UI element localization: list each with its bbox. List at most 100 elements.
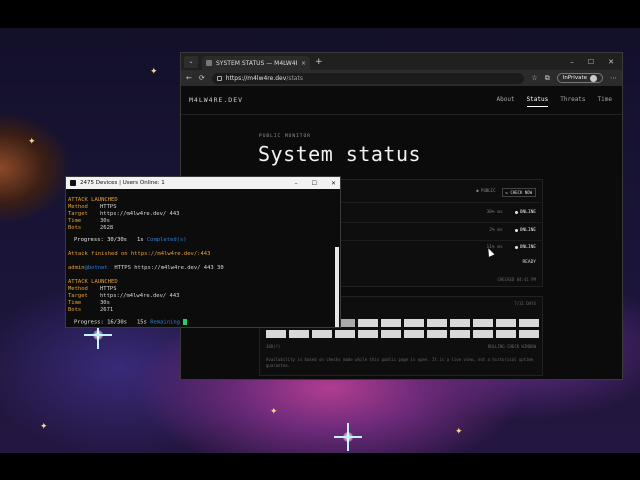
availability-note: Availability is based on checks made whi… (266, 357, 534, 368)
page-title: System status (258, 142, 422, 166)
uptime-cell (450, 319, 470, 327)
time-line: Time 30s (68, 218, 110, 224)
tab-system-status[interactable]: SYSTEM STATUS — M4LW4RE.DEV × (202, 56, 310, 70)
terminal-title: 2475 Devices | Users Online: 1 (80, 180, 165, 186)
status-dot-icon (514, 211, 518, 214)
tab-actions-button[interactable]: ⌄ (184, 55, 198, 68)
public-badge: ● PUBLIC (476, 188, 496, 193)
latency: 30% ms (486, 210, 503, 215)
uptime-cell (335, 330, 355, 338)
uptime-cell (404, 330, 424, 338)
footer-right: ROLLING CHECK WINDOW (487, 344, 536, 349)
url-input[interactable]: https://m4lw4re.dev/stats (211, 72, 525, 84)
progress-line: Progress: 16/30s 15s Remaining (74, 319, 188, 326)
checked-timestamp: CHECKED 04:41 PM (497, 277, 536, 282)
terminal-window: 2475 Devices | Users Online: 1 – ☐ ✕ ATT… (65, 176, 341, 328)
site-brand[interactable]: M4LW4RE.DEV (189, 96, 243, 104)
attack-header: ATTACK LAUNCHED (68, 197, 118, 203)
nav-about[interactable]: About (497, 96, 515, 107)
terminal-scrollbar[interactable] (335, 247, 339, 327)
new-tab-button[interactable]: + (315, 57, 323, 67)
terminal-icon (70, 180, 76, 186)
site-nav: About Status Threats Time (497, 96, 612, 107)
tab-title: SYSTEM STATUS — M4LW4RE.DEV (216, 59, 297, 67)
ready-label: READY (522, 260, 536, 265)
text-cursor-icon (183, 319, 188, 325)
url-host: https://m4lw4re.dev (225, 74, 287, 82)
status-badge: ONLINE (514, 228, 536, 233)
status-text: ONLINE (519, 228, 536, 233)
progress-line: Progress: 30/30s 1s Completed(s) (74, 237, 187, 243)
uptime-cell (427, 319, 447, 327)
minimize-button[interactable]: – (570, 58, 574, 66)
uptime-cell (519, 330, 539, 338)
favorite-star-icon[interactable]: ☆ (531, 74, 537, 82)
status-text: ONLINE (519, 210, 536, 215)
uptime-cell (473, 319, 493, 327)
uptime-cell (312, 330, 332, 338)
sparkle-icon (334, 423, 362, 451)
uptime-cell (427, 330, 447, 338)
terminal-window-controls: – ☐ ✕ (295, 180, 336, 187)
prompt-line: admin@botnet HTTPS https://m4lw4re.dev/ … (68, 265, 224, 271)
inprivate-badge[interactable]: InPrivate (556, 73, 603, 83)
letterbox-bottom (0, 453, 640, 480)
uptime-footer: 30D(?) ROLLING CHECK WINDOW (266, 344, 536, 349)
star-icon: ✦ (270, 407, 278, 417)
letterbox-top (0, 0, 640, 28)
target-line: Target https://m4lw4re.dev/ 443 (68, 211, 180, 217)
tab-bar: ⌄ SYSTEM STATUS — M4LW4RE.DEV × + – ☐ ✕ (181, 53, 622, 70)
avatar (590, 74, 597, 82)
uptime-cell (496, 319, 516, 327)
minimize-button[interactable]: – (295, 180, 298, 187)
service-row: 11% ms ONLINE (486, 245, 536, 250)
header-divider (181, 114, 622, 115)
uptime-cell (404, 319, 424, 327)
star-icon: ✦ (455, 427, 463, 437)
close-window-button[interactable]: ✕ (608, 58, 614, 66)
status-dot-icon (514, 246, 518, 249)
close-tab-icon[interactable]: × (301, 60, 306, 67)
bots-line: Bots 2671 (68, 307, 114, 313)
time-line: Time 30s (68, 300, 110, 306)
address-bar-row: ← ⟳ https://m4lw4re.dev/stats ☆ ⧉ InPriv… (181, 70, 622, 86)
uptime-cell (289, 330, 309, 338)
nav-threats[interactable]: Threats (560, 96, 585, 107)
status-text: ONLINE (519, 245, 536, 250)
service-row: 2% ms ONLINE (489, 228, 536, 233)
reload-icon[interactable]: ⟳ (199, 74, 205, 82)
close-window-button[interactable]: ✕ (331, 180, 336, 187)
terminal-titlebar: 2475 Devices | Users Online: 1 – ☐ ✕ (66, 177, 340, 189)
footer-left: 30D(?) (266, 344, 281, 349)
uptime-cell (450, 330, 470, 338)
check-now-button[interactable]: ↻ CHECK NOW (501, 188, 536, 197)
attack-header: ATTACK LAUNCHED (68, 279, 118, 285)
window-controls: – ☐ ✕ (570, 58, 622, 66)
maximize-button[interactable]: ☐ (588, 58, 594, 66)
status-dot-icon (514, 229, 518, 232)
eyebrow-label: PUBLIC MONITOR (259, 134, 311, 139)
bots-line: Bots 2628 (68, 225, 114, 231)
uptime-cell (381, 330, 401, 338)
uptime-cell (519, 319, 539, 327)
service-row: 30% ms ONLINE (486, 210, 536, 215)
status-badge: ONLINE (514, 245, 536, 250)
lock-icon (216, 75, 222, 81)
days-label: 7/31 DAYS (514, 301, 536, 306)
menu-icon[interactable]: ⋯ (610, 74, 617, 82)
inprivate-label: InPrivate (562, 75, 587, 81)
uptime-cell (496, 330, 516, 338)
uptime-cell (381, 319, 401, 327)
nav-status[interactable]: Status (526, 96, 549, 107)
nav-time[interactable]: Time (598, 96, 612, 107)
method-line: Method HTTPS (68, 286, 117, 292)
uptime-cell (358, 330, 378, 338)
extensions-icon[interactable]: ⧉ (545, 74, 550, 83)
latency: 2% ms (489, 228, 503, 233)
terminal-output[interactable]: ATTACK LAUNCHED Method HTTPS Target https:… (68, 191, 332, 326)
back-icon[interactable]: ← (186, 74, 192, 82)
maximize-button[interactable]: ☐ (312, 180, 317, 187)
status-badge: ONLINE (514, 210, 536, 215)
target-line: Target https://m4lw4re.dev/ 443 (68, 293, 180, 299)
finished-line: Attack finished on https://m4lw4re.dev/:… (68, 251, 211, 257)
